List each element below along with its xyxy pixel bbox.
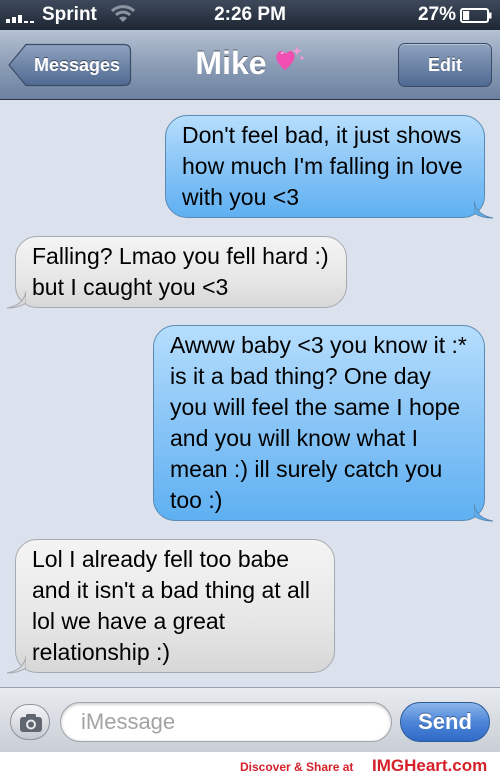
battery-percent: 27%: [417, 4, 456, 25]
message-text: Falling? Lmao you fell hard :) but I cau…: [32, 243, 329, 300]
message-thread: Don't feel bad, it just shows how much I…: [0, 101, 500, 687]
camera-button[interactable]: [10, 704, 50, 740]
camera-icon: [20, 714, 42, 732]
contact-name: Mike: [195, 45, 267, 81]
message-text: Awww baby <3 you know it :* is it a bad …: [170, 332, 467, 513]
sent-message[interactable]: Awww baby <3 you know it :* is it a bad …: [153, 325, 494, 522]
bubble-tail: [474, 201, 494, 219]
received-message[interactable]: Lol I already fell too babe and it isn't…: [6, 539, 335, 674]
received-message[interactable]: Falling? Lmao you fell hard :) but I cau…: [6, 236, 347, 309]
bubble-tail: [6, 291, 26, 309]
compose-bar: Send: [0, 687, 500, 752]
message-text: Don't feel bad, it just shows how much I…: [182, 122, 463, 210]
imessage-input[interactable]: [60, 702, 392, 742]
bubble-tail: [474, 504, 494, 522]
watermark-text: Discover & Share at: [240, 760, 354, 774]
send-button[interactable]: Send: [400, 702, 490, 742]
message-text: Lol I already fell too babe and it isn't…: [32, 546, 311, 665]
status-bar: Sprint 2:26 PM 27%: [0, 0, 500, 30]
battery-icon: [460, 8, 492, 23]
edit-button[interactable]: Edit: [398, 43, 492, 87]
sparkling-heart-icon: [275, 46, 304, 70]
watermark-footer: Discover & Share at IMGHeart.com: [0, 752, 500, 780]
sent-message[interactable]: Don't feel bad, it just shows how much I…: [165, 115, 494, 219]
watermark-brand[interactable]: IMGHeart.com: [372, 756, 487, 776]
bubble-tail: [6, 656, 26, 674]
navigation-bar: Messages Mike Edit: [0, 30, 500, 100]
